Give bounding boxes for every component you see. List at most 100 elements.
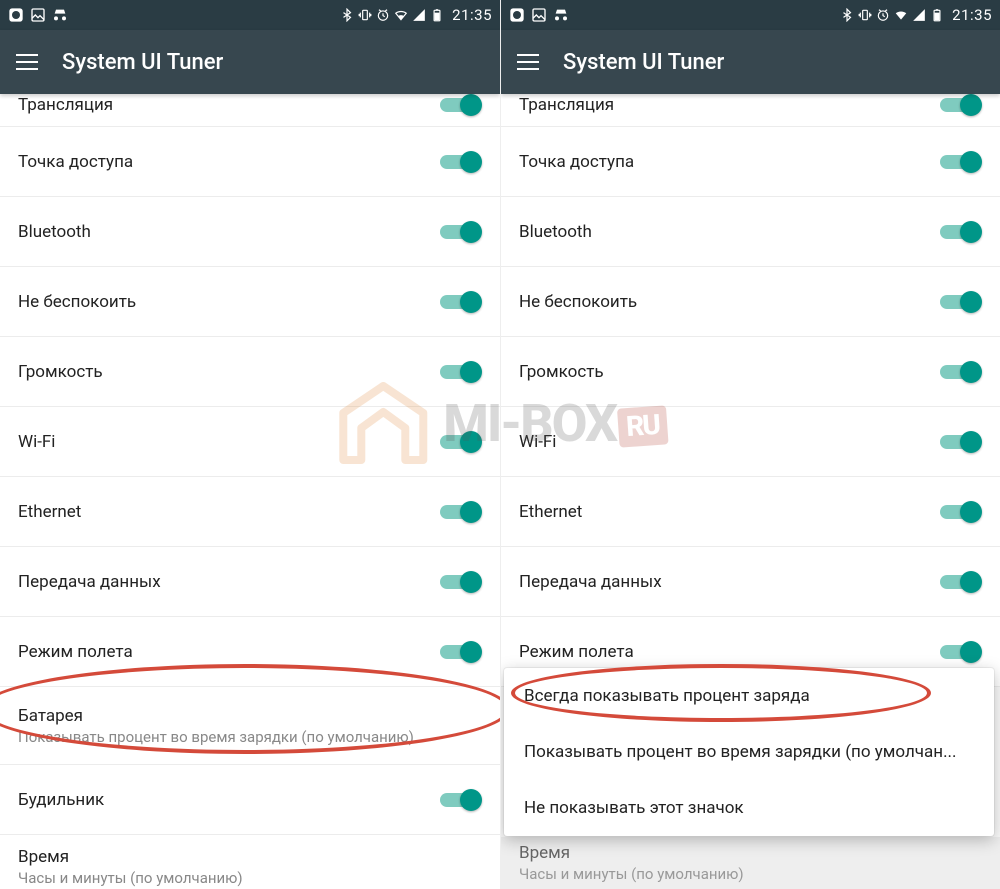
toggle-switch[interactable] — [940, 361, 982, 383]
toggle-switch[interactable] — [940, 431, 982, 453]
menu-icon[interactable] — [16, 54, 38, 70]
toggle-switch[interactable] — [440, 221, 482, 243]
screenshot-right: 21:35 System UI Tuner Трансляция Точка д… — [500, 0, 1000, 889]
row-sub: Показывать процент во время зарядки (по … — [18, 728, 414, 746]
row-label: Будильник — [18, 790, 104, 810]
setting-row-broadcast[interactable]: Трансляция — [501, 94, 1000, 127]
app-title: System UI Tuner — [563, 50, 724, 75]
status-bar: 21:35 — [0, 0, 500, 30]
row-label: Режим полета — [519, 642, 634, 662]
setting-row-data[interactable]: Передача данных — [0, 547, 500, 617]
alarm-icon — [376, 8, 390, 22]
app-bar: System UI Tuner — [501, 30, 1000, 94]
row-label: Не беспокоить — [18, 292, 136, 312]
screenshot-left: 21:35 System UI Tuner Трансляция Точка д… — [0, 0, 500, 889]
settings-list: Трансляция Точка доступа Bluetooth Не бе… — [0, 94, 500, 889]
app1-icon — [8, 7, 24, 23]
setting-row-wifi[interactable]: Wi-Fi — [0, 407, 500, 477]
battery-icon — [930, 8, 944, 22]
wifi-icon — [894, 8, 908, 22]
bluetooth-icon — [840, 8, 854, 22]
status-time: 21:35 — [452, 6, 492, 24]
setting-row-volume[interactable]: Громкость — [0, 337, 500, 407]
setting-row-dnd[interactable]: Не беспокоить — [501, 267, 1000, 337]
setting-row-ethernet[interactable]: Ethernet — [0, 477, 500, 547]
toggle-switch[interactable] — [440, 789, 482, 811]
row-label: Не беспокоить — [519, 292, 637, 312]
toggle-switch[interactable] — [440, 94, 482, 116]
row-label: Режим полета — [18, 642, 133, 662]
menu-item-always-show[interactable]: Всегда показывать процент заряда — [504, 668, 994, 724]
row-sub: Часы и минуты (по умолчанию) — [519, 865, 744, 883]
app-bar: System UI Tuner — [0, 30, 500, 94]
toggle-switch[interactable] — [440, 571, 482, 593]
app-title: System UI Tuner — [62, 50, 223, 75]
app1-icon — [509, 7, 525, 23]
row-label: Время — [519, 843, 744, 863]
alarm-icon — [876, 8, 890, 22]
vibrate-icon — [858, 8, 872, 22]
setting-row-time[interactable]: Время Часы и минуты (по умолчанию) — [0, 835, 500, 889]
incognito-icon — [553, 7, 569, 23]
row-label: Wi-Fi — [519, 432, 556, 452]
setting-row-ethernet[interactable]: Ethernet — [501, 477, 1000, 547]
toggle-switch[interactable] — [940, 151, 982, 173]
setting-row-time-dimmed: Время Часы и минуты (по умолчанию) — [501, 837, 1000, 889]
setting-row-bluetooth[interactable]: Bluetooth — [501, 197, 1000, 267]
row-label: Громкость — [519, 362, 604, 382]
toggle-switch[interactable] — [940, 221, 982, 243]
toggle-switch[interactable] — [940, 501, 982, 523]
row-label: Передача данных — [18, 572, 161, 592]
toggle-switch[interactable] — [440, 641, 482, 663]
signal-icon — [912, 8, 926, 22]
row-label: Точка доступа — [18, 152, 133, 172]
toggle-switch[interactable] — [440, 431, 482, 453]
row-label: Ethernet — [519, 502, 582, 522]
menu-item-hide-icon[interactable]: Не показывать этот значок — [504, 780, 994, 836]
setting-row-wifi[interactable]: Wi-Fi — [501, 407, 1000, 477]
row-label: Bluetooth — [519, 222, 592, 242]
row-label: Wi-Fi — [18, 432, 55, 452]
setting-row-dnd[interactable]: Не беспокоить — [0, 267, 500, 337]
setting-row-alarm[interactable]: Будильник — [0, 765, 500, 835]
wifi-icon — [394, 8, 408, 22]
row-sub: Часы и минуты (по умолчанию) — [18, 869, 243, 887]
incognito-icon — [52, 7, 68, 23]
battery-icon — [430, 8, 444, 22]
image-icon — [531, 7, 547, 23]
toggle-switch[interactable] — [440, 501, 482, 523]
menu-item-show-charging[interactable]: Показывать процент во время зарядки (по … — [504, 724, 994, 780]
bluetooth-icon — [340, 8, 354, 22]
row-label: Трансляция — [18, 95, 113, 115]
setting-row-battery[interactable]: Батарея Показывать процент во время заря… — [0, 687, 500, 765]
setting-row-broadcast[interactable]: Трансляция — [0, 94, 500, 127]
row-label: Ethernet — [18, 502, 81, 522]
row-label: Время — [18, 847, 243, 867]
toggle-switch[interactable] — [440, 361, 482, 383]
status-bar: 21:35 — [501, 0, 1000, 30]
row-label: Батарея — [18, 706, 414, 726]
toggle-switch[interactable] — [440, 291, 482, 313]
toggle-switch[interactable] — [940, 641, 982, 663]
setting-row-hotspot[interactable]: Точка доступа — [0, 127, 500, 197]
toggle-switch[interactable] — [440, 151, 482, 173]
settings-list: Трансляция Точка доступа Bluetooth Не бе… — [501, 94, 1000, 687]
row-label: Bluetooth — [18, 222, 91, 242]
row-label: Передача данных — [519, 572, 662, 592]
battery-options-menu: Всегда показывать процент заряда Показыв… — [504, 668, 994, 836]
row-label: Трансляция — [519, 95, 614, 115]
status-time: 21:35 — [952, 6, 992, 24]
row-label: Громкость — [18, 362, 103, 382]
setting-row-airplane[interactable]: Режим полета — [0, 617, 500, 687]
setting-row-hotspot[interactable]: Точка доступа — [501, 127, 1000, 197]
setting-row-volume[interactable]: Громкость — [501, 337, 1000, 407]
row-label: Точка доступа — [519, 152, 634, 172]
toggle-switch[interactable] — [940, 94, 982, 116]
vibrate-icon — [358, 8, 372, 22]
toggle-switch[interactable] — [940, 291, 982, 313]
menu-icon[interactable] — [517, 54, 539, 70]
setting-row-data[interactable]: Передача данных — [501, 547, 1000, 617]
toggle-switch[interactable] — [940, 571, 982, 593]
signal-icon — [412, 8, 426, 22]
setting-row-bluetooth[interactable]: Bluetooth — [0, 197, 500, 267]
